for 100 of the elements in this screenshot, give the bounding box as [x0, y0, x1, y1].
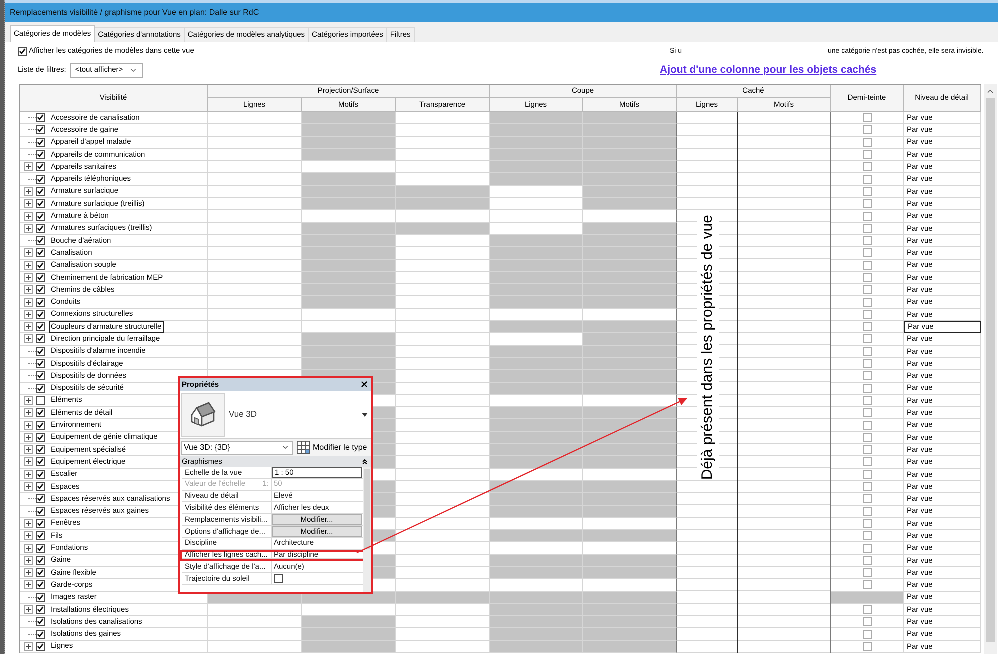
expand-icon[interactable] — [24, 396, 33, 405]
shaded-cell[interactable] — [583, 234, 677, 248]
shaded-cell[interactable] — [583, 407, 677, 420]
checkbox[interactable] — [862, 371, 872, 380]
shaded-cell[interactable] — [583, 112, 677, 124]
checkbox[interactable] — [36, 617, 45, 626]
scrollbar-thumb[interactable] — [364, 469, 370, 549]
scrollbar[interactable] — [984, 84, 997, 654]
checkbox[interactable] — [36, 359, 45, 368]
checkbox[interactable] — [862, 260, 872, 270]
checkbox[interactable] — [862, 396, 872, 405]
expand-icon[interactable] — [24, 212, 33, 221]
shaded-cell[interactable] — [583, 136, 677, 149]
expand-icon[interactable] — [24, 580, 33, 590]
expand-icon[interactable] — [24, 285, 33, 294]
checkbox[interactable] — [862, 408, 872, 418]
checkbox[interactable] — [36, 470, 45, 479]
checkbox[interactable] — [862, 580, 872, 590]
checkbox[interactable] — [36, 174, 45, 184]
shaded-cell[interactable] — [583, 628, 677, 641]
checkbox[interactable] — [862, 310, 872, 319]
shaded-cell[interactable] — [583, 419, 677, 432]
shaded-cell[interactable] — [583, 296, 677, 309]
checkbox[interactable] — [36, 420, 45, 430]
expand-icon[interactable] — [24, 420, 33, 430]
shaded-cell[interactable] — [583, 444, 677, 456]
checkbox[interactable] — [862, 445, 872, 454]
checkbox[interactable] — [36, 224, 45, 233]
shaded-cell[interactable] — [583, 640, 677, 654]
checkbox[interactable] — [36, 506, 45, 516]
link[interactable]: Ajout d'une colonne pour les objets cachés — [660, 64, 998, 76]
checkbox[interactable] — [36, 592, 45, 602]
expand-icon[interactable] — [24, 322, 33, 332]
override-cell[interactable] — [583, 210, 677, 223]
expand-icon[interactable] — [24, 334, 33, 344]
checkbox[interactable] — [36, 518, 45, 528]
checkbox[interactable] — [862, 384, 872, 393]
checkbox[interactable] — [862, 125, 872, 134]
expand-icon[interactable] — [24, 260, 33, 270]
shaded-cell[interactable] — [583, 124, 677, 137]
scrollbar-thumb[interactable] — [986, 98, 995, 642]
expand-icon[interactable] — [24, 445, 33, 454]
checkbox[interactable] — [862, 224, 872, 233]
checkbox[interactable] — [862, 531, 872, 540]
expand-icon[interactable] — [24, 470, 33, 479]
checkbox[interactable] — [36, 568, 45, 578]
checkbox[interactable] — [36, 408, 45, 418]
shaded-cell[interactable] — [583, 161, 677, 174]
checkbox[interactable] — [862, 556, 872, 565]
shaded-cell[interactable] — [583, 370, 677, 383]
checkbox[interactable] — [36, 248, 45, 258]
checkbox[interactable] — [36, 432, 45, 442]
shaded-cell[interactable] — [583, 506, 677, 518]
expand-icon[interactable] — [24, 482, 33, 492]
expand-icon[interactable] — [24, 162, 33, 172]
checkbox[interactable] — [862, 236, 872, 246]
checkbox[interactable] — [36, 346, 45, 356]
checkbox[interactable] — [862, 248, 872, 258]
checkbox[interactable] — [862, 298, 872, 307]
checkbox[interactable] — [862, 186, 872, 196]
expand-icon[interactable] — [24, 248, 33, 258]
checkbox[interactable] — [36, 457, 45, 466]
checkbox[interactable] — [36, 580, 45, 590]
override-cell[interactable] — [583, 468, 677, 481]
shaded-cell[interactable] — [583, 493, 677, 506]
checkbox[interactable] — [862, 420, 872, 430]
expand-icon[interactable] — [24, 310, 33, 319]
checkbox[interactable] — [862, 642, 872, 651]
shaded-cell[interactable] — [583, 480, 677, 494]
shaded-cell[interactable] — [583, 260, 677, 272]
checkbox[interactable] — [36, 482, 45, 492]
expand-icon[interactable] — [24, 556, 33, 565]
checkbox[interactable] — [36, 212, 45, 221]
checkbox[interactable] — [36, 556, 45, 565]
collapse-icon[interactable] — [361, 458, 369, 466]
shaded-cell[interactable] — [583, 222, 677, 235]
checkbox[interactable] — [36, 630, 45, 639]
override-cell[interactable] — [583, 394, 677, 408]
checkbox[interactable] — [36, 642, 45, 651]
checkbox[interactable] — [862, 138, 872, 147]
checkbox[interactable] — [36, 396, 45, 405]
shaded-cell[interactable] — [583, 173, 677, 186]
shaded-cell[interactable] — [583, 616, 677, 628]
override-cell[interactable] — [583, 579, 677, 592]
checkbox[interactable] — [36, 298, 45, 307]
checkbox[interactable] — [862, 630, 872, 639]
expand-icon[interactable] — [24, 568, 33, 578]
checkbox[interactable] — [274, 574, 283, 584]
expand-icon[interactable] — [24, 605, 33, 614]
caret-icon[interactable] — [362, 412, 368, 416]
checkbox[interactable] — [36, 531, 45, 540]
shaded-cell[interactable] — [583, 333, 677, 346]
checkbox[interactable] — [36, 138, 45, 147]
checkbox[interactable] — [862, 285, 872, 294]
checkbox[interactable] — [36, 322, 45, 332]
shaded-cell[interactable] — [583, 284, 677, 296]
checkbox[interactable] — [862, 432, 872, 442]
checkbox[interactable] — [862, 518, 872, 528]
checkbox[interactable] — [36, 260, 45, 270]
checkbox[interactable] — [36, 285, 45, 294]
